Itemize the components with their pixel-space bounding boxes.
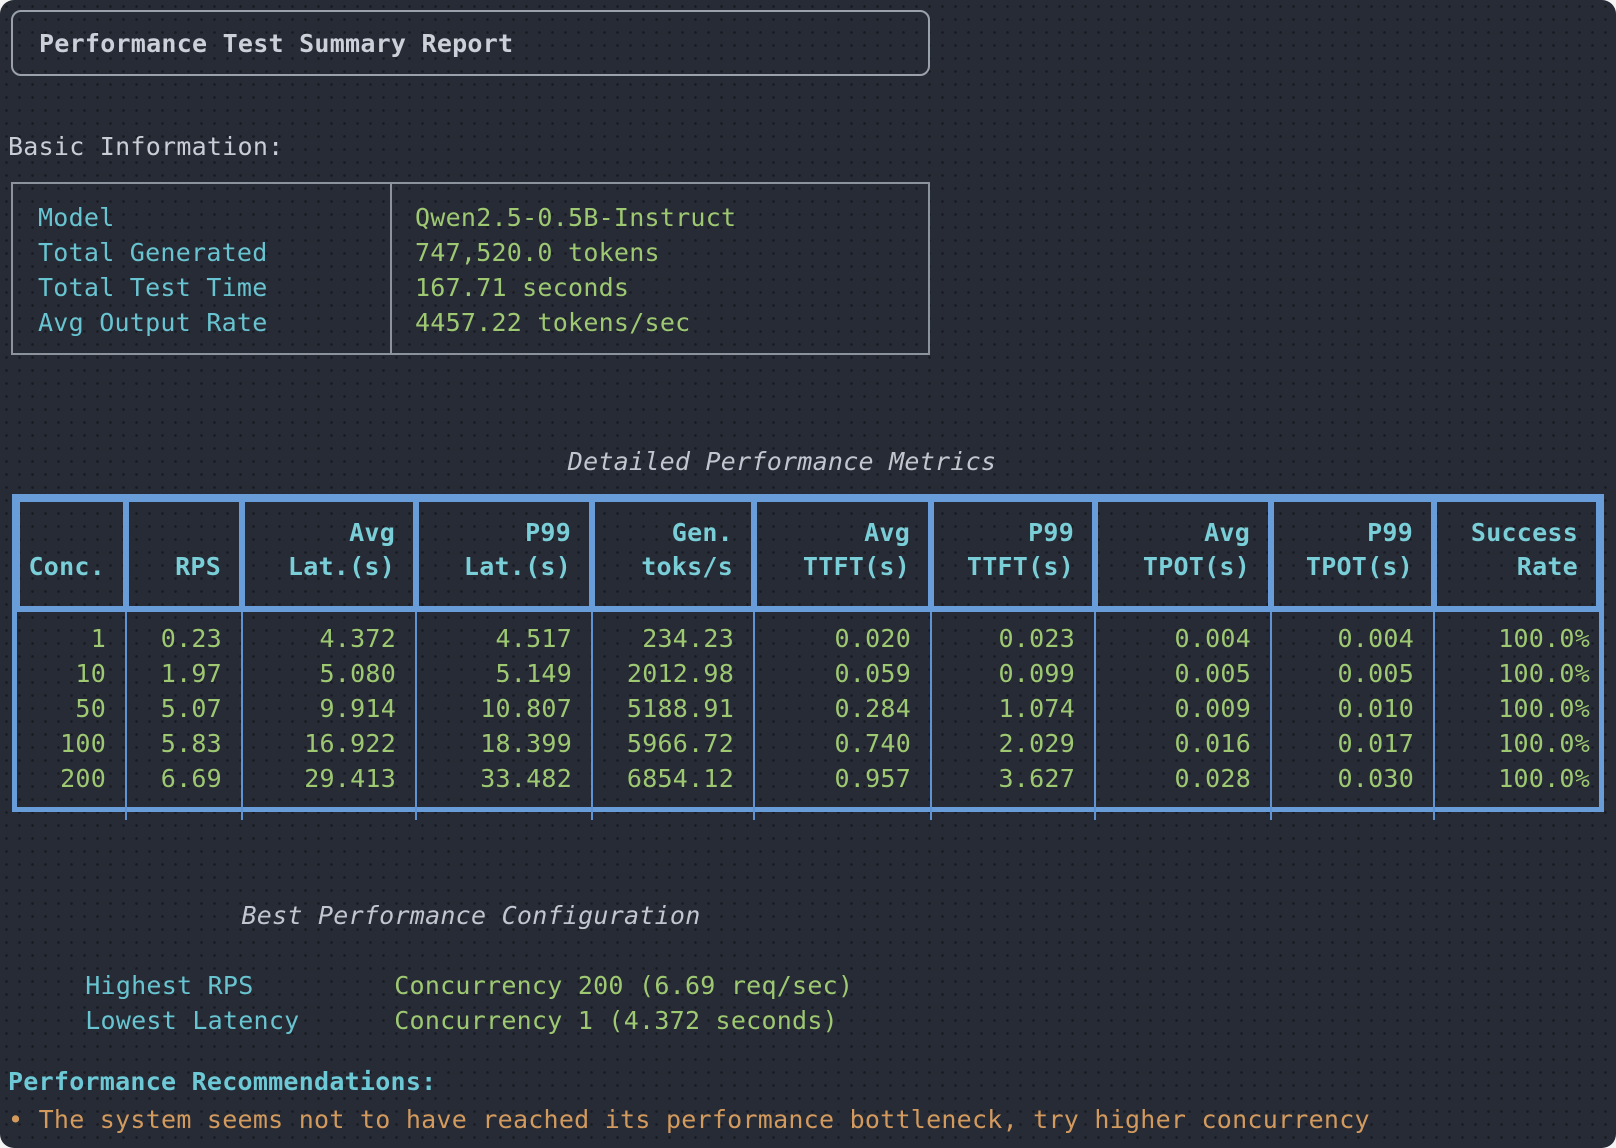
table-cell: 0.005 [1271,656,1434,691]
basic-info-heading: Basic Information: [8,133,283,161]
column-separator [1094,612,1096,820]
info-value: 747,520.0 tokens [415,235,928,270]
report-title: Performance Test Summary Report [39,29,513,58]
table-cell: 200 [17,761,126,796]
table-cell: 0.017 [1271,726,1434,761]
table-cell: 0.740 [754,726,931,761]
column-separator [591,612,593,820]
terminal-window: Performance Test Summary Report Basic In… [0,0,1616,1148]
column-header: Conc. [17,499,126,609]
basic-info-values: Qwen2.5-0.5B-Instruct 747,520.0 tokens 1… [390,184,928,353]
column-header: P99TTFT(s) [931,499,1095,609]
table-cell: 0.016 [1095,726,1271,761]
column-header: AvgTTFT(s) [754,499,931,609]
info-label: Total Generated [38,235,390,270]
metrics-table-body: 1 0.23 4.372 4.517 234.23 0.020 0.023 0.… [17,609,1599,804]
column-separator [1433,612,1435,820]
table-cell: 0.010 [1271,691,1434,726]
info-value: Qwen2.5-0.5B-Instruct [415,200,928,235]
table-cell: 2.029 [931,726,1095,761]
column-header: P99TPOT(s) [1271,499,1434,609]
info-value: 167.71 seconds [415,270,928,305]
table-cell: 5.080 [242,656,416,691]
table-cell: 4.517 [416,621,592,656]
metrics-heading: Detailed Performance Metrics [2,447,1562,477]
report-title-box: Performance Test Summary Report [11,10,930,76]
table-cell: 1.074 [931,691,1095,726]
table-cell: 5.149 [416,656,592,691]
column-header: Gen.toks/s [592,499,754,609]
table-cell: 100.0% [1434,691,1599,726]
table-cell: 2012.98 [592,656,754,691]
table-cell: 29.413 [242,761,416,796]
recommendations-heading: Performance Recommendations: [8,1068,436,1096]
table-cell: 1 [17,621,126,656]
table-cell: 0.009 [1095,691,1271,726]
table-cell: 16.922 [242,726,416,761]
table-cell: 1.97 [126,656,242,691]
column-separator [241,612,243,820]
best-config-row: Lowest LatencyConcurrency 1 (4.372 secon… [24,968,838,1073]
table-cell: 10.807 [416,691,592,726]
table-cell: 100.0% [1434,761,1599,796]
table-cell: 33.482 [416,761,592,796]
metrics-table: Conc. RPS AvgLat.(s) P99Lat.(s) Gen.toks… [12,494,1604,812]
basic-info-labels: Model Total Generated Total Test Time Av… [13,184,390,353]
column-header: AvgLat.(s) [242,499,416,609]
table-cell: 100.0% [1434,726,1599,761]
table-cell: 5188.91 [592,691,754,726]
column-separator [930,612,932,820]
table-cell: 0.23 [126,621,242,656]
table-cell: 3.627 [931,761,1095,796]
table-cell: 10 [17,656,126,691]
table-cell: 9.914 [242,691,416,726]
table-cell: 5.07 [126,691,242,726]
column-header: SuccessRate [1434,499,1599,609]
table-cell: 0.028 [1095,761,1271,796]
column-separator [753,612,755,820]
table-cell: 0.099 [931,656,1095,691]
recommendation-item-clipped: • Consider concurrency 100 for latency/t… [8,1131,847,1148]
table-cell: 100.0% [1434,621,1599,656]
table-cell: 5.83 [126,726,242,761]
table-cell: 100.0% [1434,656,1599,691]
table-cell: 0.004 [1095,621,1271,656]
config-value: Concurrency 1 (4.372 seconds) [394,1006,838,1035]
table-cell: 18.399 [416,726,592,761]
info-label: Model [38,200,390,235]
table-cell: 234.23 [592,621,754,656]
metrics-table-header: Conc. RPS AvgLat.(s) P99Lat.(s) Gen.toks… [17,499,1599,609]
table-cell: 6854.12 [592,761,754,796]
column-header: AvgTPOT(s) [1095,499,1271,609]
table-cell: 5966.72 [592,726,754,761]
table-cell: 0.020 [754,621,931,656]
config-label: Lowest Latency [85,1003,394,1038]
table-cell: 6.69 [126,761,242,796]
column-header: RPS [126,499,242,609]
table-cell: 0.005 [1095,656,1271,691]
info-label: Total Test Time [38,270,390,305]
basic-info-table: Model Total Generated Total Test Time Av… [11,182,930,355]
table-cell: 0.059 [754,656,931,691]
table-cell: 0.284 [754,691,931,726]
table-cell: 0.030 [1271,761,1434,796]
table-cell: 0.004 [1271,621,1434,656]
info-label: Avg Output Rate [38,305,390,340]
column-separator [415,612,417,820]
table-cell: 50 [17,691,126,726]
column-separator [125,612,127,820]
table-cell: 100 [17,726,126,761]
best-config-heading: Best Performance Configuration [1,901,941,931]
info-value: 4457.22 tokens/sec [415,305,928,340]
column-header: P99Lat.(s) [416,499,592,609]
column-separator [1270,612,1272,820]
table-cell: 0.023 [931,621,1095,656]
table-cell: 0.957 [754,761,931,796]
table-cell: 4.372 [242,621,416,656]
